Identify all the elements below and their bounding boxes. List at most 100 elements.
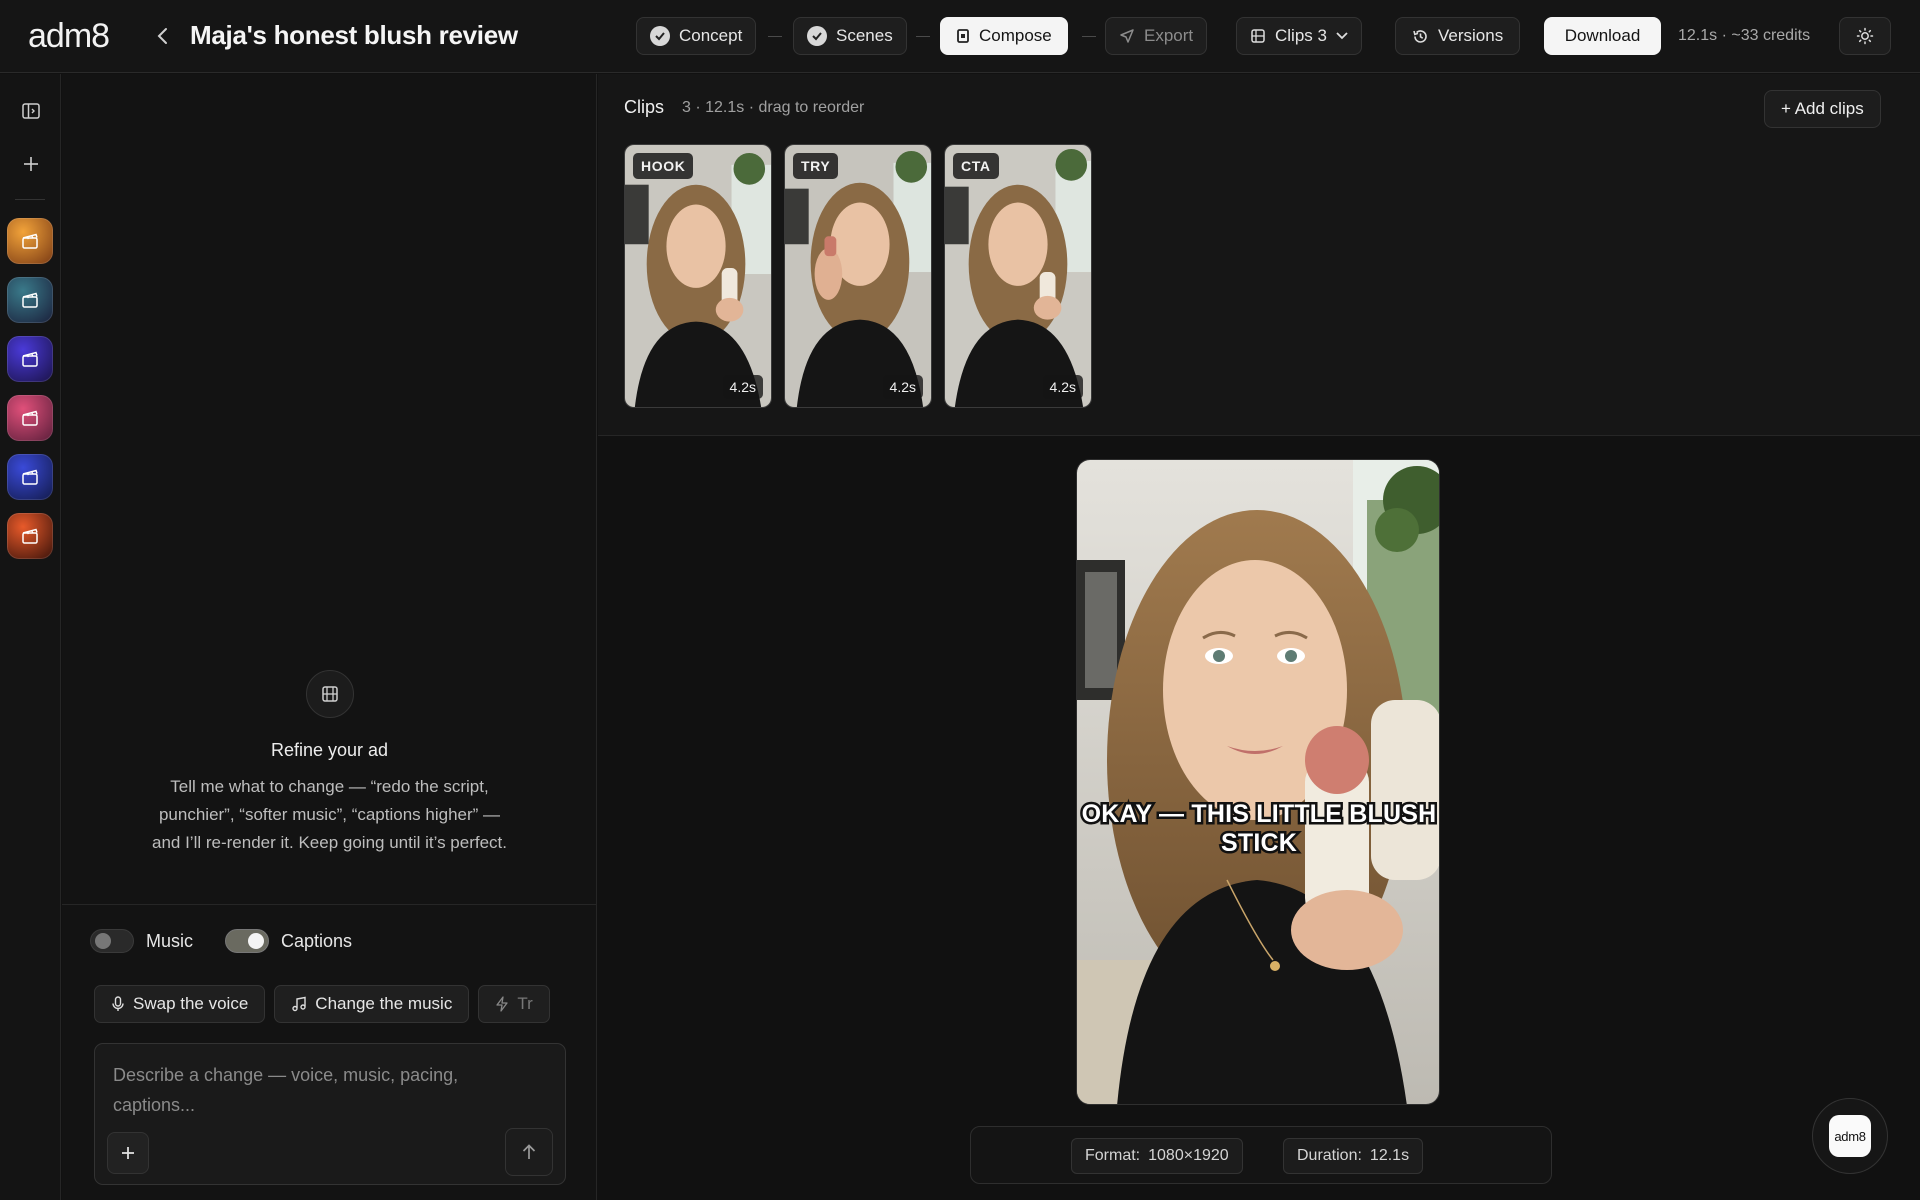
step-label: Export	[1144, 26, 1194, 45]
composer	[94, 1043, 566, 1185]
sun-icon	[1856, 27, 1874, 45]
step-export[interactable]: Export	[1105, 17, 1208, 55]
video-info-bar: Format: 1080×1920 Duration: 12.1s	[970, 1126, 1552, 1184]
project-thumbnail[interactable]	[7, 218, 53, 264]
video-caption: OKAY — THIS LITTLE BLUSH STICK	[1079, 798, 1439, 860]
new-project-button[interactable]	[16, 149, 46, 179]
clip-duration: 4.2s	[1042, 375, 1083, 399]
chip-label: Change the music	[315, 994, 453, 1013]
empty-state-title: Refine your ad	[270, 740, 389, 760]
chat-empty-state: Refine your ad Tell me what to change — …	[62, 670, 597, 857]
assistant-fab[interactable]: adm8	[1812, 1098, 1888, 1174]
empty-state-text: Tell me what to change — “redo the scrip…	[152, 777, 507, 852]
change-request-input[interactable]	[113, 1060, 543, 1122]
preview-area: OKAY — THIS LITTLE BLUSH STICK Format: 1…	[598, 437, 1920, 1200]
chat-panel: Refine your ad Tell me what to change — …	[62, 74, 597, 1200]
step-scenes[interactable]: Scenes	[793, 17, 907, 55]
clapperboard-icon	[22, 469, 38, 485]
clip-tag: TRY	[793, 153, 839, 179]
step-label: Concept	[679, 26, 743, 45]
attach-button[interactable]	[107, 1132, 149, 1174]
toggle-knob	[95, 933, 111, 949]
chat-controls: Music Captions Swap the voice Change the…	[62, 904, 597, 1200]
top-bar: adm8 Maja's honest blush review Concept …	[0, 0, 1920, 73]
arrow-up-icon	[522, 1144, 536, 1159]
video-preview[interactable]: OKAY — THIS LITTLE BLUSH STICK	[1076, 459, 1440, 1105]
page-title: Maja's honest blush review	[190, 20, 518, 50]
history-icon	[1412, 28, 1429, 45]
versions-label: Versions	[1438, 26, 1504, 45]
theme-toggle-button[interactable]	[1839, 17, 1891, 55]
plus-icon	[122, 1147, 134, 1159]
check-icon	[650, 26, 670, 46]
clips-meta: 3 · 12.1s · drag to reorder	[682, 99, 865, 116]
clips-dropdown[interactable]: Clips 3	[1236, 17, 1362, 55]
chip-label: Swap the voice	[133, 994, 249, 1013]
step-compose[interactable]: Compose	[940, 17, 1068, 55]
toggle-row: Music Captions	[90, 929, 384, 953]
clapperboard-icon	[22, 528, 38, 544]
clip-card-hook[interactable]: HOOK 4.2s	[624, 144, 772, 408]
clips-strip: Clips 3 · 12.1s · drag to reorder + Add …	[598, 74, 1920, 436]
project-thumbnail[interactable]	[7, 336, 53, 382]
clip-duration: 4.2s	[722, 375, 763, 399]
captions-toggle[interactable]	[225, 929, 270, 953]
clips-title: Clips	[624, 97, 665, 117]
lightning-icon	[496, 996, 508, 1012]
left-rail	[0, 74, 61, 1200]
project-thumbnail[interactable]	[7, 277, 53, 323]
check-icon	[807, 26, 827, 46]
clip-tag: HOOK	[633, 153, 694, 179]
duration-value: 12.1s	[1369, 1147, 1410, 1164]
add-clips-button[interactable]: + Add clips	[1764, 90, 1881, 128]
clip-tag: CTA	[953, 153, 999, 179]
clip-thumbnail	[945, 145, 1091, 407]
versions-button[interactable]: Versions	[1395, 17, 1521, 55]
format-badge: Format: 1080×1920	[1071, 1138, 1243, 1174]
fab-logo: adm8	[1829, 1115, 1871, 1157]
app-logo[interactable]: adm8	[28, 18, 110, 54]
rail-divider	[15, 199, 45, 200]
music-note-icon	[292, 996, 306, 1012]
change-music-chip[interactable]: Change the music	[274, 985, 470, 1023]
chevron-down-icon	[1336, 32, 1348, 40]
duration-badge: Duration: 12.1s	[1283, 1138, 1424, 1174]
project-thumbnail[interactable]	[7, 395, 53, 441]
clip-thumbnail	[625, 145, 771, 407]
music-toggle-label: Music	[146, 930, 194, 951]
duration-label: Duration:	[1297, 1147, 1362, 1164]
toggle-knob	[248, 933, 265, 949]
plus-icon	[24, 157, 38, 171]
chevron-left-icon	[157, 28, 167, 44]
send-button[interactable]	[505, 1128, 553, 1176]
step-connector	[916, 36, 930, 37]
credits-readout: 12.1s · ~33 credits	[1678, 27, 1811, 44]
clapperboard-icon	[22, 351, 38, 367]
suggestion-chips: Swap the voice Change the music Tr	[94, 985, 564, 1025]
film-icon	[1250, 28, 1266, 44]
step-connector	[1082, 36, 1096, 37]
clapperboard-icon	[22, 410, 38, 426]
captions-toggle-label: Captions	[281, 930, 353, 951]
chip-label: Tr	[517, 994, 533, 1013]
toggle-sidebar-button[interactable]	[16, 96, 46, 126]
step-connector	[768, 36, 782, 37]
clip-card-try[interactable]: TRY 4.2s	[784, 144, 932, 408]
swap-voice-chip[interactable]: Swap the voice	[94, 985, 266, 1023]
video-frame	[1077, 460, 1439, 1104]
music-toggle[interactable]	[90, 929, 134, 953]
clip-card-cta[interactable]: CTA 4.2s	[944, 144, 1092, 408]
send-icon	[1119, 28, 1135, 44]
microphone-icon	[112, 996, 124, 1011]
project-thumbnail[interactable]	[7, 454, 53, 500]
step-concept[interactable]: Concept	[636, 17, 757, 55]
project-thumbnail[interactable]	[7, 513, 53, 559]
film-icon	[305, 670, 354, 718]
trim-chip[interactable]: Tr	[478, 985, 550, 1023]
download-button[interactable]: Download	[1544, 17, 1661, 55]
format-value: 1080×1920	[1148, 1147, 1229, 1164]
clapperboard-icon	[22, 292, 38, 308]
back-button[interactable]	[150, 22, 176, 50]
sidebar-icon	[22, 103, 40, 119]
clapperboard-icon	[22, 233, 38, 249]
